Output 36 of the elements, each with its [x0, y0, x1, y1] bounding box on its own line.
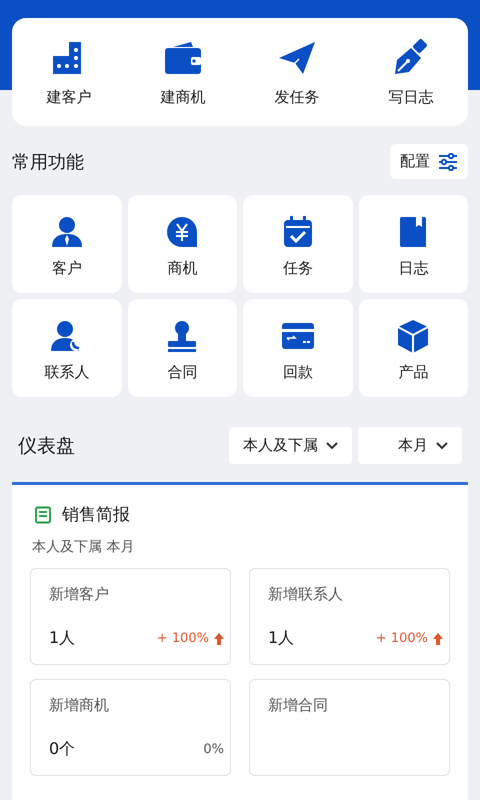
- stat-label: 新增客户: [49, 585, 110, 604]
- chevron-down-icon: [436, 442, 448, 450]
- filter-dropdown[interactable]: 本月: [358, 427, 462, 464]
- filter-dropdown[interactable]: 本人及下属: [229, 427, 352, 464]
- stat-label: 新增联系人: [268, 585, 344, 604]
- person-icon: [50, 215, 84, 249]
- function-tile[interactable]: 合同: [128, 299, 237, 397]
- sliders-icon: [438, 152, 458, 170]
- stat-label: 新增商机: [49, 696, 110, 715]
- stat-label: 新增合同: [268, 696, 329, 715]
- report-title: 销售简报: [62, 504, 130, 526]
- function-tile[interactable]: 联系人: [12, 299, 122, 397]
- function-tile[interactable]: 产品: [358, 299, 468, 397]
- stat-value: 1人: [268, 628, 294, 649]
- stat-change: + 100%: [376, 631, 428, 646]
- cube-icon: [396, 319, 430, 353]
- chevron-down-icon: [326, 442, 338, 450]
- config-button[interactable]: 配置: [390, 144, 468, 179]
- section-title: 仪表盘: [18, 434, 75, 458]
- quick-action[interactable]: 建商机: [126, 18, 240, 126]
- function-tile[interactable]: 商机: [128, 195, 237, 293]
- quick-action[interactable]: 发任务: [240, 18, 354, 126]
- function-tile[interactable]: 日志: [358, 195, 468, 293]
- stat-change: 0%: [203, 742, 224, 757]
- stat-value: 1人: [49, 628, 76, 649]
- stat-change: + 100%: [156, 631, 209, 646]
- document-icon: [34, 506, 52, 524]
- section-title: 常用功能: [12, 150, 84, 174]
- quick-action[interactable]: 写日志: [354, 18, 468, 126]
- stat-value: 0个: [49, 739, 76, 760]
- function-tile[interactable]: 任务: [243, 195, 352, 293]
- function-tile[interactable]: 客户: [12, 195, 122, 293]
- quick-action[interactable]: 建客户: [12, 18, 126, 126]
- yen-coin-icon: [165, 215, 200, 249]
- report-subtitle: 本人及下属 本月: [31, 538, 136, 556]
- function-tile[interactable]: 回款: [243, 299, 352, 397]
